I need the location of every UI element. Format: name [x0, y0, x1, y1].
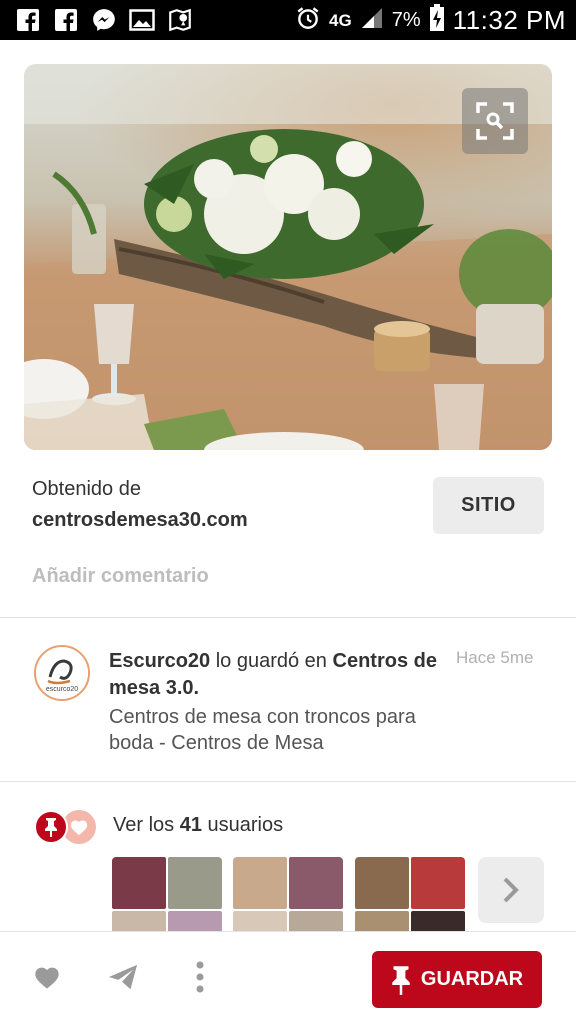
source-label: Obtenido de — [32, 478, 141, 500]
savers-badges[interactable] — [34, 810, 100, 846]
savers-suffix: usuarios — [201, 814, 284, 836]
save-button[interactable]: GUARDAR — [372, 951, 542, 1008]
send-button[interactable] — [108, 962, 138, 992]
status-bar: 4G 7% 11:32 PM — [0, 0, 576, 40]
avatar[interactable]: escurco20 — [34, 645, 90, 701]
avatar-text: escurco20 — [46, 686, 78, 693]
saved-time: Hace 5me — [456, 648, 534, 667]
more-button[interactable] — [185, 961, 215, 993]
messenger-icon — [90, 6, 118, 34]
next-boards-button[interactable] — [478, 857, 544, 923]
divider — [0, 617, 576, 618]
send-icon — [108, 964, 138, 990]
pin-badge — [34, 810, 68, 844]
chevron-right-icon — [503, 877, 519, 903]
saver-board-thumbnail[interactable] — [355, 857, 465, 931]
clock: 11:32 PM — [452, 5, 566, 35]
network-type: 4G — [329, 10, 352, 30]
savers-prefix: Ver los — [113, 814, 180, 836]
saver-board-thumbnail[interactable] — [233, 857, 343, 931]
pushpin-icon — [45, 818, 57, 837]
heart-icon — [70, 820, 88, 836]
more-vertical-icon — [196, 961, 204, 993]
battery-percent: 7% — [391, 9, 421, 31]
pinner-action: lo guardó en — [210, 650, 333, 672]
visual-search-icon — [476, 102, 514, 140]
alarm-icon — [295, 5, 321, 36]
avatar-logo: escurco20 — [36, 647, 88, 699]
like-button[interactable] — [32, 962, 62, 992]
facebook-icon — [52, 6, 80, 34]
view-savers-link[interactable]: Ver los 41 usuarios — [113, 814, 283, 837]
pushpin-icon — [392, 965, 410, 995]
save-button-label: GUARDAR — [420, 968, 524, 990]
bottom-action-bar: GUARDAR — [0, 931, 576, 1024]
heart-icon — [35, 967, 59, 989]
pin-image[interactable] — [24, 64, 552, 450]
visit-site-button[interactable]: SITIO — [433, 477, 544, 534]
add-comment-field[interactable]: Añadir comentario — [32, 565, 209, 588]
signal-icon — [360, 6, 384, 35]
maps-icon — [166, 6, 194, 34]
source-domain[interactable]: centrosdemesa30.com — [32, 509, 248, 532]
battery-icon — [429, 4, 445, 37]
notification-icons — [14, 6, 194, 34]
gallery-icon — [128, 6, 156, 34]
pinner-username[interactable]: Escurco20 — [109, 650, 210, 672]
system-status: 4G 7% 11:32 PM — [295, 4, 566, 37]
pinner-activity: Escurco20 lo guardó en Centros de mesa 3… — [109, 648, 449, 702]
pin-description: Centros de mesa con troncos para boda - … — [109, 706, 416, 754]
divider — [0, 781, 576, 782]
savers-count: 41 — [179, 814, 202, 836]
saver-board-thumbnail[interactable] — [112, 857, 222, 931]
visual-search-button[interactable] — [462, 88, 528, 154]
facebook-icon — [14, 6, 42, 34]
